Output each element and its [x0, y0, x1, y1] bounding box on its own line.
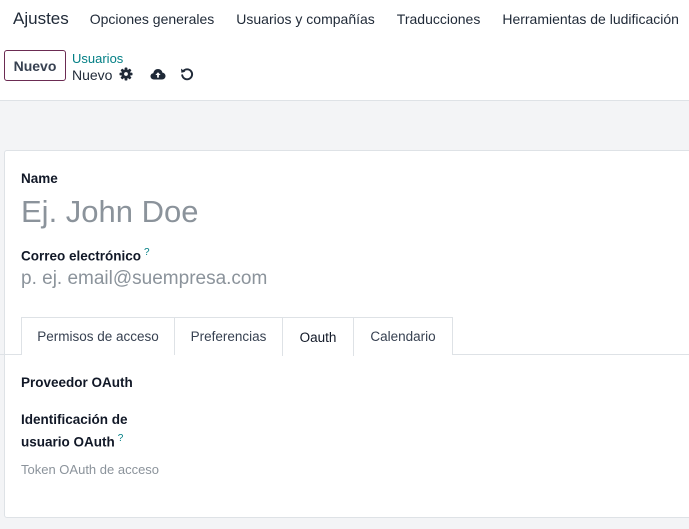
control-panel: Nuevo Usuarios Nuevo [0, 38, 689, 101]
menu-item-general-settings[interactable]: Opciones generales [90, 11, 215, 27]
email-label-text: Correo electrónico [21, 248, 142, 264]
name-input[interactable] [21, 191, 661, 233]
oauth-access-token-label: Token OAuth de acceso [21, 462, 160, 477]
menu-item-users-companies[interactable]: Usuarios y compañías [236, 11, 375, 27]
tab-calendar[interactable]: Calendario [353, 317, 453, 355]
discard-icon[interactable] [180, 67, 194, 81]
email-input[interactable] [21, 265, 661, 293]
oauth-user-id-label-line2: usuario OAuth [21, 434, 115, 450]
tab-preferences[interactable]: Preferencias [174, 317, 283, 355]
menu-item-translations[interactable]: Traducciones [397, 11, 481, 27]
form-sheet: Name Correo electrónico? Permisos de acc… [0, 150, 689, 518]
name-label: Name [21, 171, 58, 186]
oauth-user-id-label-line1: Identificación de [21, 412, 128, 427]
tab-access-rights[interactable]: Permisos de acceso [21, 317, 175, 355]
oauth-user-id-label: usuario OAuth? [21, 433, 123, 450]
menu-item-gamification-tools[interactable]: Herramientas de ludificación [502, 11, 679, 27]
top-navbar: Ajustes Opciones generales Usuarios y co… [0, 0, 689, 38]
email-label: Correo electrónico? [21, 247, 150, 264]
breadcrumb-users-link[interactable]: Usuarios [72, 51, 123, 66]
oauth-user-id-help-icon[interactable]: ? [118, 433, 124, 444]
app-title[interactable]: Ajustes [13, 9, 69, 29]
notebook-tabs: Permisos de acceso Preferencias Oauth Ca… [21, 317, 689, 356]
record-name: Nuevo [72, 67, 113, 83]
tab-oauth[interactable]: Oauth [282, 317, 354, 356]
gear-icon[interactable] [119, 67, 133, 81]
oauth-provider-label: Proveedor OAuth [21, 375, 133, 390]
new-button[interactable]: Nuevo [4, 50, 66, 81]
email-help-icon[interactable]: ? [144, 247, 150, 258]
cloud-upload-icon[interactable] [150, 67, 166, 81]
